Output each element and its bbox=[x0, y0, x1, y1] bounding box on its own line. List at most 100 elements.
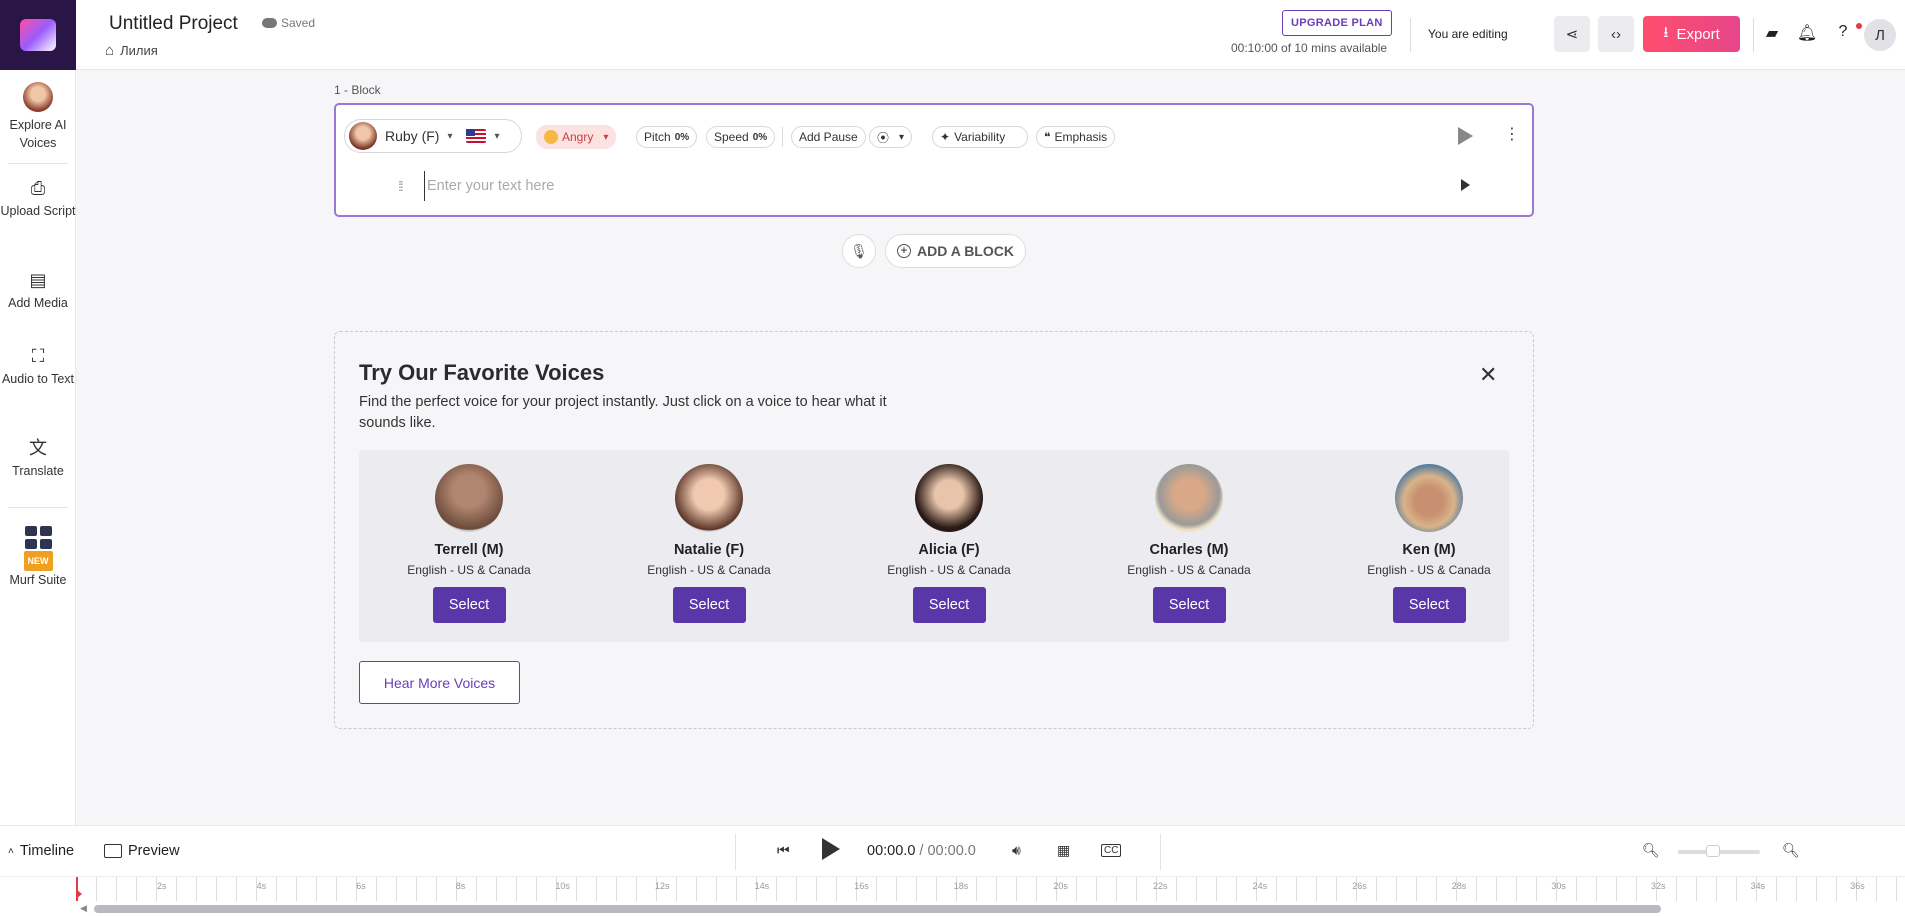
timeline-toggle[interactable]: ˄ Timeline bbox=[8, 843, 74, 859]
add-block-button[interactable]: + ADD A BLOCK bbox=[885, 234, 1026, 268]
more-options-icon[interactable]: ⋮ bbox=[1504, 127, 1520, 143]
speed-control[interactable]: Speed 0% bbox=[706, 126, 776, 148]
scrollbar-thumb[interactable] bbox=[94, 905, 1661, 913]
favorites-subtitle: Find the perfect voice for your project … bbox=[359, 394, 887, 431]
chevron-down-icon[interactable]: ▾ bbox=[494, 131, 499, 142]
chat-icon[interactable]: ▰ bbox=[1761, 23, 1783, 43]
select-voice-button[interactable]: Select bbox=[432, 587, 506, 623]
ruler-ticks bbox=[76, 877, 1905, 901]
preview-button[interactable]: Preview bbox=[104, 843, 180, 859]
style-selector[interactable]: Angry ▾ bbox=[536, 125, 617, 149]
playhead-marker[interactable] bbox=[76, 889, 82, 899]
sidebar-item-audio-to-text[interactable]: ⛶ Audio to Text bbox=[0, 346, 76, 388]
help-icon[interactable]: ? bbox=[1832, 23, 1854, 41]
variability-label: Variability bbox=[954, 130, 1006, 144]
volume-icon[interactable]: 🔊︎ bbox=[1012, 842, 1021, 859]
emphasis-label: Emphasis bbox=[1054, 130, 1108, 144]
bell-icon[interactable]: 🔔︎ bbox=[1796, 23, 1818, 43]
preview-icon bbox=[104, 844, 122, 858]
skip-back-icon[interactable]: ⏮︎ bbox=[777, 842, 790, 859]
ruler-tick-label: 18s bbox=[953, 881, 969, 891]
voice-card[interactable]: Ken (M) English - US & Canada Select bbox=[1329, 464, 1529, 623]
drag-handle-icon[interactable]: ⁞⁞ bbox=[398, 178, 404, 194]
saved-status: Saved bbox=[262, 16, 315, 30]
code-icon: ‹› bbox=[1611, 25, 1621, 43]
embed-code-button[interactable]: ‹› bbox=[1598, 16, 1634, 52]
breadcrumb[interactable]: ⌂ Лилия bbox=[105, 43, 158, 58]
ruler-tick-label: 12s bbox=[655, 881, 670, 891]
pronunciation-control[interactable]: ⦿ ▾ bbox=[869, 126, 913, 148]
timeline-scrollbar[interactable] bbox=[90, 905, 1900, 913]
sidebar-item-label: Translate bbox=[12, 464, 64, 478]
header-divider bbox=[1410, 18, 1411, 52]
variability-button[interactable]: ✦ Variability bbox=[932, 126, 1028, 148]
user-avatar[interactable]: Л bbox=[1864, 19, 1896, 51]
clapperboard-icon[interactable]: ▦ bbox=[1057, 842, 1070, 859]
sidebar-item-translate[interactable]: 文 Translate bbox=[0, 438, 76, 480]
share-icon: ⋖ bbox=[1565, 26, 1579, 43]
project-title[interactable]: Untitled Project bbox=[109, 13, 238, 35]
time-display: 00:00.0 / 00:00.0 bbox=[867, 843, 976, 859]
emphasis-button[interactable]: ❝ Emphasis bbox=[1036, 126, 1116, 148]
sidebar-item-murf-suite[interactable]: NEW Murf Suite bbox=[0, 526, 76, 589]
chevron-down-icon: ▾ bbox=[899, 131, 905, 143]
voice-name: Ken (M) bbox=[1402, 542, 1456, 558]
sidebar-item-add-media[interactable]: ▤ Add Media bbox=[0, 270, 76, 312]
sidebar-item-upload-script[interactable]: ⎙ Upload Script bbox=[0, 178, 76, 220]
scroll-left-icon[interactable]: ◀ bbox=[80, 903, 87, 914]
sidebar-divider bbox=[8, 507, 68, 508]
notification-dot bbox=[1856, 23, 1862, 29]
zoom-slider-handle[interactable] bbox=[1706, 845, 1720, 857]
voice-block: Ruby (F) ▾ ▾ Angry ▾ Pitch 0% Speed 0% A… bbox=[334, 103, 1534, 217]
sidebar-divider bbox=[8, 163, 68, 164]
sidebar-item-label: Murf Suite bbox=[9, 573, 67, 587]
captions-icon[interactable]: CC bbox=[1101, 844, 1122, 857]
voice-avatar bbox=[349, 122, 377, 150]
zoom-in-icon[interactable]: 🔍︎ bbox=[1782, 842, 1800, 859]
voice-card[interactable]: Charles (M) English - US & Canada Select bbox=[1089, 464, 1289, 623]
sidebar-item-label: Audio to Text bbox=[1, 372, 75, 386]
zoom-out-icon[interactable]: 🔍︎ bbox=[1642, 842, 1660, 859]
play-line-icon[interactable] bbox=[1461, 179, 1470, 191]
ruler-tick-label: 10s bbox=[555, 881, 570, 891]
voice-avatar bbox=[1395, 464, 1463, 532]
voice-selector[interactable]: Ruby (F) ▾ ▾ bbox=[344, 119, 522, 153]
export-button[interactable]: ⭳ Export bbox=[1643, 16, 1740, 52]
murf-logo[interactable] bbox=[0, 0, 76, 70]
ruler-tick-label: 28s bbox=[1451, 881, 1467, 891]
block-label: 1 - Block bbox=[334, 83, 381, 97]
us-flag-icon[interactable] bbox=[466, 129, 487, 143]
record-voice-button[interactable]: 🎙︎ bbox=[842, 234, 876, 268]
voice-card[interactable]: Alicia (F) English - US & Canada Select bbox=[849, 464, 1049, 623]
timeline-ruler[interactable]: 2s 4s 6s 8s 10s 12s 14s 16s 18s 20s 22s 24s 26s 28s 30… bbox=[0, 876, 1905, 916]
pitch-control[interactable]: Pitch 0% bbox=[636, 126, 698, 148]
play-block-icon[interactable] bbox=[1458, 127, 1473, 145]
voice-language: English - US & Canada bbox=[647, 563, 771, 577]
hear-more-voices-button[interactable]: Hear More Voices bbox=[359, 661, 520, 704]
ruler-tick-label: 30s bbox=[1551, 881, 1566, 891]
close-icon[interactable]: ✕ bbox=[1479, 362, 1497, 388]
share-button[interactable]: ⋖ bbox=[1554, 16, 1590, 52]
upgrade-plan-button[interactable]: UPGRADE PLAN bbox=[1282, 10, 1392, 36]
add-pause-button[interactable]: Add Pause bbox=[791, 126, 866, 148]
voice-language: English - US & Canada bbox=[407, 563, 531, 577]
ruler-tick-label: 2s bbox=[157, 881, 167, 891]
cloud-icon bbox=[262, 18, 277, 28]
select-voice-button[interactable]: Select bbox=[672, 587, 746, 623]
voice-cards: Terrell (M) English - US & Canada Select… bbox=[359, 450, 1509, 642]
play-icon[interactable] bbox=[822, 838, 840, 860]
voice-card[interactable]: Terrell (M) English - US & Canada Select bbox=[369, 464, 569, 623]
block-text-input[interactable] bbox=[424, 171, 1324, 201]
select-voice-button[interactable]: Select bbox=[1392, 587, 1466, 623]
voice-card[interactable]: Natalie (F) English - US & Canada Select bbox=[609, 464, 809, 623]
timeline-label: Timeline bbox=[19, 843, 75, 859]
sidebar-item-explore-voices[interactable]: Explore AI Voices bbox=[0, 82, 76, 152]
ruler-tick-label: 34s bbox=[1750, 881, 1766, 891]
ruler-tick-label: 16s bbox=[854, 881, 869, 891]
select-voice-button[interactable]: Select bbox=[912, 587, 986, 623]
export-label: Export bbox=[1676, 25, 1720, 43]
chevron-up-icon: ˄ bbox=[8, 845, 14, 857]
saved-label: Saved bbox=[281, 16, 316, 30]
sidebar-item-label: Explore AI Voices bbox=[9, 118, 67, 150]
select-voice-button[interactable]: Select bbox=[1152, 587, 1226, 623]
